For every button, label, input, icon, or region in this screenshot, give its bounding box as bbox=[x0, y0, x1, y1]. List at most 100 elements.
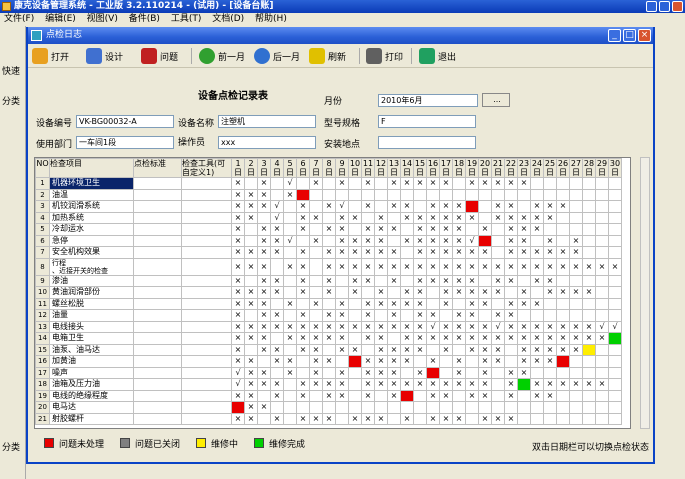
day-cell[interactable] bbox=[556, 412, 570, 425]
day-cell[interactable] bbox=[231, 401, 245, 414]
day-cell[interactable] bbox=[595, 343, 609, 356]
day-cell[interactable]: × bbox=[439, 412, 453, 425]
day-cell[interactable]: × bbox=[231, 188, 245, 201]
day-cell[interactable]: × bbox=[374, 286, 388, 299]
row-standard[interactable] bbox=[133, 378, 182, 391]
day-cell[interactable]: × bbox=[491, 257, 505, 276]
day-cell[interactable]: × bbox=[322, 309, 336, 322]
day-cell[interactable] bbox=[517, 188, 531, 201]
day-cell[interactable] bbox=[309, 274, 323, 287]
day-cell[interactable]: × bbox=[361, 309, 375, 322]
day-cell[interactable]: × bbox=[478, 332, 492, 345]
next-month-button[interactable]: 后一月 bbox=[254, 47, 300, 65]
day-cell[interactable] bbox=[374, 188, 388, 201]
row-item[interactable]: 急停 bbox=[49, 234, 134, 247]
day-cell[interactable] bbox=[283, 211, 297, 224]
day-cell[interactable] bbox=[530, 309, 544, 322]
day-cell[interactable] bbox=[439, 401, 453, 414]
day-cell[interactable]: × bbox=[426, 332, 440, 345]
day-cell[interactable] bbox=[244, 274, 258, 287]
day-cell[interactable] bbox=[491, 297, 505, 310]
day-cell[interactable] bbox=[283, 401, 297, 414]
day-cell[interactable]: × bbox=[582, 257, 596, 276]
day-cell[interactable]: × bbox=[543, 257, 557, 276]
day-cell[interactable]: × bbox=[309, 177, 323, 190]
day-cell[interactable] bbox=[569, 274, 583, 287]
row-standard[interactable] bbox=[133, 389, 182, 402]
day-cell[interactable]: × bbox=[296, 211, 310, 224]
day-cell[interactable]: × bbox=[283, 188, 297, 201]
day-cell[interactable]: × bbox=[283, 320, 297, 333]
day-cell[interactable]: × bbox=[257, 234, 271, 247]
day-cell[interactable]: × bbox=[309, 343, 323, 356]
table-row[interactable]: 17 噪声 √ × × × × × × × × × × × × × bbox=[35, 366, 622, 379]
row-tool[interactable] bbox=[181, 234, 232, 247]
day-cell[interactable] bbox=[387, 286, 401, 299]
row-tool[interactable] bbox=[181, 286, 232, 299]
day-cell[interactable] bbox=[439, 366, 453, 379]
day-cell[interactable]: × bbox=[530, 320, 544, 333]
day-cell[interactable]: × bbox=[296, 286, 310, 299]
day-cell[interactable] bbox=[296, 297, 310, 310]
table-row[interactable]: 9 渗油 × × × × × × × × × × × × × × × × × bbox=[35, 274, 622, 287]
day-cell[interactable]: √ bbox=[426, 320, 440, 333]
day-cell[interactable] bbox=[374, 389, 388, 402]
row-tool[interactable] bbox=[181, 246, 232, 259]
day-cell[interactable] bbox=[387, 234, 401, 247]
day-cell[interactable] bbox=[608, 389, 622, 402]
day-cell[interactable] bbox=[348, 188, 362, 201]
day-cell[interactable]: × bbox=[283, 257, 297, 276]
day-cell[interactable]: × bbox=[465, 332, 479, 345]
menu-docs[interactable]: 文档(D) bbox=[212, 14, 244, 24]
day-cell[interactable] bbox=[478, 234, 492, 247]
day-cell[interactable]: × bbox=[517, 355, 531, 368]
day-cell[interactable]: × bbox=[595, 378, 609, 391]
day-cell[interactable]: × bbox=[426, 389, 440, 402]
day-cell[interactable]: × bbox=[231, 332, 245, 345]
day-cell[interactable] bbox=[361, 211, 375, 224]
day-cell[interactable] bbox=[387, 412, 401, 425]
day-cell[interactable]: × bbox=[283, 332, 297, 345]
day-cell[interactable]: × bbox=[283, 355, 297, 368]
day-cell[interactable]: × bbox=[465, 257, 479, 276]
day-cell[interactable] bbox=[322, 297, 336, 310]
day-cell[interactable] bbox=[582, 366, 596, 379]
day-cell[interactable]: × bbox=[517, 332, 531, 345]
day-cell[interactable]: × bbox=[361, 366, 375, 379]
day-cell[interactable]: × bbox=[543, 211, 557, 224]
row-standard[interactable] bbox=[133, 412, 182, 425]
day-cell[interactable] bbox=[296, 401, 310, 414]
table-row[interactable]: 13 电线接头 × × × × × × × × × × × × × × × √ × × × × √ × × × × × × × √ √ bbox=[35, 320, 622, 333]
day-cell[interactable] bbox=[608, 378, 622, 391]
day-cell[interactable]: × bbox=[374, 332, 388, 345]
col-day-14[interactable]: 14 日 bbox=[400, 158, 414, 178]
day-cell[interactable]: × bbox=[400, 200, 414, 213]
day-cell[interactable]: × bbox=[231, 274, 245, 287]
day-cell[interactable]: × bbox=[361, 412, 375, 425]
day-cell[interactable]: × bbox=[478, 177, 492, 190]
location-field[interactable] bbox=[378, 136, 476, 149]
col-item[interactable]: 检查项目 bbox=[49, 158, 134, 178]
day-cell[interactable] bbox=[309, 257, 323, 276]
day-cell[interactable] bbox=[283, 389, 297, 402]
col-day-29[interactable]: 29 日 bbox=[595, 158, 609, 178]
day-cell[interactable] bbox=[569, 389, 583, 402]
day-cell[interactable]: × bbox=[361, 200, 375, 213]
table-row[interactable]: 8 行程 、近接开关的检查 × × × × × × × × × × × × × × × × × × × × × × × × × × × × bbox=[35, 257, 622, 276]
refresh-button[interactable]: 刷新 bbox=[309, 47, 346, 65]
day-cell[interactable]: × bbox=[335, 320, 349, 333]
day-cell[interactable]: × bbox=[270, 223, 284, 236]
day-cell[interactable]: × bbox=[270, 343, 284, 356]
day-cell[interactable]: × bbox=[452, 378, 466, 391]
day-cell[interactable]: × bbox=[452, 320, 466, 333]
day-cell[interactable] bbox=[296, 366, 310, 379]
day-cell[interactable] bbox=[582, 297, 596, 310]
day-cell[interactable] bbox=[608, 177, 622, 190]
day-cell[interactable]: × bbox=[504, 378, 518, 391]
window-minimize-button[interactable]: _ bbox=[608, 29, 621, 42]
day-cell[interactable] bbox=[478, 274, 492, 287]
day-cell[interactable]: × bbox=[530, 389, 544, 402]
day-cell[interactable]: × bbox=[426, 246, 440, 259]
day-cell[interactable]: × bbox=[387, 320, 401, 333]
day-cell[interactable]: × bbox=[452, 332, 466, 345]
